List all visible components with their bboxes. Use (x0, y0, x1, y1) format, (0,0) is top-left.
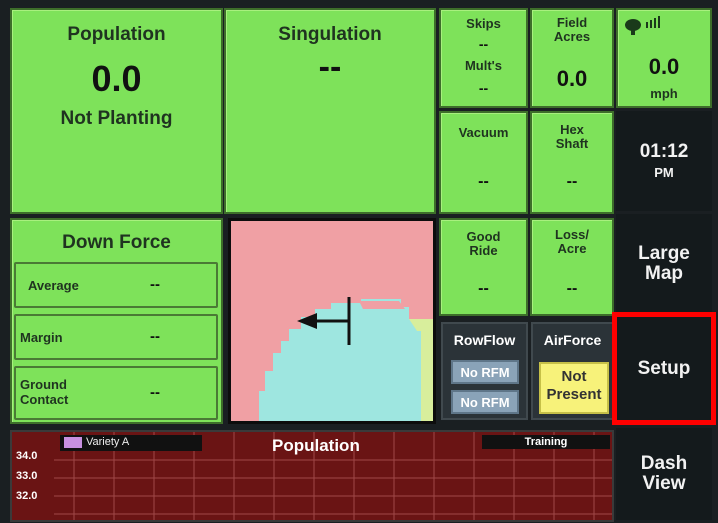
rowflow-button-1[interactable]: No RFM (451, 360, 519, 384)
variety-a-swatch (64, 437, 82, 448)
large-map-label: Large Map (638, 243, 690, 284)
airforce-status-button[interactable]: Not Present (539, 362, 609, 414)
clock-time: 01:12 (639, 141, 689, 163)
good-ride-label: Good Ride (466, 229, 501, 258)
mults-label: Mult's (464, 58, 503, 73)
loss-acre-tile[interactable]: Loss/ Acre -- (530, 218, 614, 316)
average-value: -- (150, 276, 160, 293)
clock-ampm: PM (654, 165, 674, 181)
ground-contact-label: Ground Contact (20, 377, 69, 407)
rowflow-button-2[interactable]: No RFM (451, 390, 519, 414)
good-ride-value: -- (478, 280, 489, 297)
rowflow-title: RowFlow (453, 332, 516, 348)
speed-tile[interactable]: 0.0 mph (616, 8, 712, 108)
field-map[interactable] (228, 218, 436, 424)
down-force-tile[interactable]: Down Force Average -- Margin -- Ground C… (10, 218, 223, 424)
population-value: 0.0 (91, 58, 142, 99)
y-tick-33: 33.0 (16, 470, 38, 482)
population-status: Not Planting (60, 108, 173, 129)
average-label: Average (28, 278, 79, 293)
hex-shaft-label: Hex Shaft (555, 122, 589, 151)
training-label: Training (482, 435, 610, 449)
field-acres-tile[interactable]: Field Acres 0.0 (530, 8, 614, 108)
down-force-row-ground-contact[interactable]: Ground Contact -- (14, 366, 218, 420)
setup-highlight-box (612, 312, 716, 425)
margin-label: Margin (20, 330, 63, 345)
field-acres-label: Field Acres (553, 15, 591, 45)
vacuum-label: Vacuum (458, 125, 509, 140)
down-force-title: Down Force (62, 232, 171, 253)
singulation-title: Singulation (278, 24, 382, 45)
down-force-row-average[interactable]: Average -- (14, 262, 218, 308)
field-acres-value: 0.0 (556, 66, 588, 91)
population-graph[interactable]: Variety A Population Training 34.0 33.0 … (10, 430, 614, 522)
vacuum-tile[interactable]: Vacuum -- (439, 111, 528, 214)
large-map-button[interactable]: Large Map (616, 214, 712, 314)
vacuum-value: -- (478, 173, 489, 190)
airforce-title: AirForce (543, 332, 602, 348)
dash-view-label: Dash View (640, 453, 688, 494)
y-tick-34: 34.0 (16, 450, 38, 462)
down-force-row-margin[interactable]: Margin -- (14, 314, 218, 360)
loss-acre-label: Loss/ Acre (555, 227, 589, 256)
population-title: Population (67, 24, 166, 45)
gps-signal-icon (625, 16, 660, 35)
airforce-panel: AirForce Not Present (531, 322, 614, 420)
good-ride-tile[interactable]: Good Ride -- (439, 218, 528, 316)
tractor-heading-arrow-icon (297, 297, 351, 345)
singulation-tile[interactable]: Singulation -- (224, 8, 436, 214)
speed-value: 0.0 (648, 54, 680, 79)
legend-bar: Variety A (60, 435, 202, 451)
skips-label: Skips (466, 16, 501, 31)
speed-unit: mph (650, 86, 678, 101)
graph-title: Population (272, 436, 360, 455)
margin-value: -- (150, 328, 160, 345)
loss-acre-value: -- (566, 280, 578, 297)
skips-value: -- (478, 36, 489, 52)
ground-contact-value: -- (150, 384, 160, 401)
hex-shaft-value: -- (566, 173, 578, 190)
singulation-value: -- (318, 48, 342, 86)
y-tick-32: 32.0 (16, 490, 38, 502)
hex-shaft-tile[interactable]: Hex Shaft -- (530, 111, 614, 214)
mults-value: -- (478, 80, 489, 96)
variety-a-label: Variety A (86, 436, 130, 448)
skips-mults-tile[interactable]: Skips -- Mult's -- (439, 8, 528, 108)
rowflow-panel: RowFlow No RFM No RFM (441, 322, 528, 420)
clock-display: 01:12 PM (616, 111, 712, 211)
population-tile[interactable]: Population 0.0 Not Planting (10, 8, 223, 214)
dash-view-button[interactable]: Dash View (616, 428, 712, 520)
